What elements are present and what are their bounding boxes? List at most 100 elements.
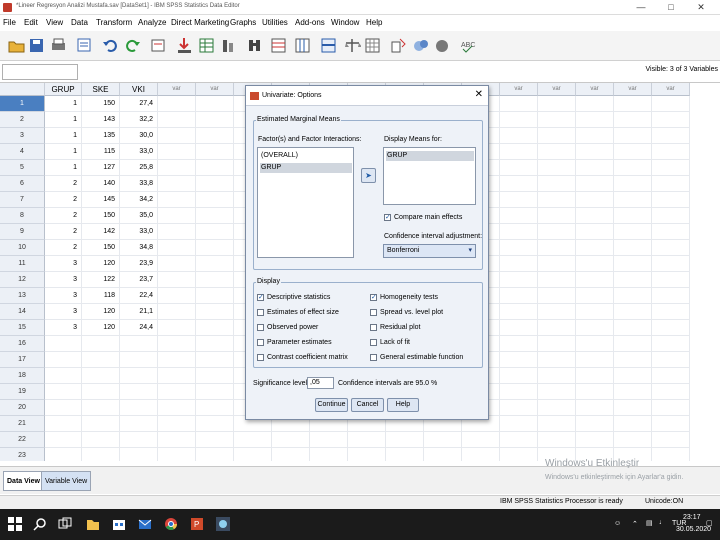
row-header[interactable]: 12 <box>0 272 45 288</box>
grid-cell[interactable] <box>82 400 120 416</box>
grid-cell[interactable]: 142 <box>82 224 120 240</box>
windows-start-icon[interactable] <box>8 517 22 531</box>
grid-cell[interactable] <box>652 96 690 112</box>
grid-cell[interactable] <box>500 304 538 320</box>
grid-cell[interactable] <box>652 288 690 304</box>
grid-cell[interactable] <box>45 368 82 384</box>
row-header[interactable]: 7 <box>0 192 45 208</box>
grid-cell[interactable] <box>158 144 196 160</box>
grid-cell[interactable] <box>614 304 652 320</box>
notifications-icon[interactable]: ▢ <box>706 519 713 527</box>
grid-cell[interactable] <box>538 272 576 288</box>
grid-cell[interactable] <box>158 416 196 432</box>
estimable-function-checkbox[interactable] <box>370 354 377 361</box>
row-header[interactable]: 22 <box>0 432 45 448</box>
grid-cell[interactable] <box>196 96 234 112</box>
spread-level-plot-checkbox[interactable] <box>370 309 377 316</box>
descriptive-statistics-checkbox[interactable]: ✓ <box>257 294 264 301</box>
grid-cell[interactable] <box>310 448 348 461</box>
grid-cell[interactable] <box>576 160 614 176</box>
residual-plot-checkbox[interactable] <box>370 324 377 331</box>
grid-cell[interactable] <box>500 96 538 112</box>
grid-cell[interactable] <box>158 208 196 224</box>
menu-utilities[interactable]: Utilities <box>262 18 288 27</box>
grid-cell[interactable]: 32,2 <box>120 112 158 128</box>
show-all-variables-icon[interactable] <box>434 37 451 54</box>
row-header[interactable]: 23 <box>0 448 45 461</box>
grid-cell[interactable] <box>576 384 614 400</box>
close-window-button[interactable]: ✕ <box>690 1 712 13</box>
grid-cell[interactable] <box>538 400 576 416</box>
grid-cell[interactable] <box>120 352 158 368</box>
grid-cell[interactable] <box>196 256 234 272</box>
grid-cell[interactable] <box>82 416 120 432</box>
tab-data-view[interactable]: Data View <box>3 471 44 491</box>
menu-view[interactable]: View <box>46 18 63 27</box>
network-icon[interactable]: ▤ <box>646 519 653 527</box>
grid-cell[interactable]: 140 <box>82 176 120 192</box>
maximize-button[interactable]: □ <box>660 1 682 13</box>
grid-cell[interactable] <box>500 272 538 288</box>
grid-cell[interactable] <box>614 288 652 304</box>
grid-cell[interactable]: 120 <box>82 256 120 272</box>
grid-cell[interactable] <box>538 416 576 432</box>
grid-cell[interactable]: 2 <box>45 208 82 224</box>
grid-cell[interactable] <box>538 432 576 448</box>
grid-cell[interactable]: 3 <box>45 256 82 272</box>
grid-cell[interactable]: 127 <box>82 160 120 176</box>
menu-transform[interactable]: Transform <box>96 18 132 27</box>
homogeneity-tests-checkbox[interactable]: ✓ <box>370 294 377 301</box>
grid-cell[interactable] <box>538 208 576 224</box>
display-means-list[interactable]: GRUP <box>383 147 476 205</box>
grid-cell[interactable] <box>614 256 652 272</box>
grid-cell[interactable] <box>82 336 120 352</box>
insert-variable-icon[interactable] <box>294 37 311 54</box>
grid-cell[interactable] <box>614 112 652 128</box>
grid-cell[interactable] <box>158 352 196 368</box>
grid-cell[interactable] <box>576 416 614 432</box>
factors-list[interactable]: (OVERALL) GRUP <box>257 147 354 258</box>
volume-icon[interactable]: ♩ <box>659 519 666 526</box>
grid-cell[interactable] <box>424 432 462 448</box>
grid-cell[interactable] <box>196 352 234 368</box>
grid-cell[interactable] <box>576 96 614 112</box>
grid-cell[interactable] <box>538 256 576 272</box>
dialog-recall-icon[interactable] <box>76 37 93 54</box>
grid-cell[interactable]: 24,4 <box>120 320 158 336</box>
grid-cell[interactable] <box>82 448 120 461</box>
row-header[interactable]: 13 <box>0 288 45 304</box>
clock-time[interactable]: 23:17 <box>683 514 701 521</box>
grid-cell[interactable] <box>45 384 82 400</box>
search-icon[interactable] <box>33 517 47 531</box>
grid-cell[interactable] <box>500 336 538 352</box>
grid-cell[interactable] <box>82 352 120 368</box>
grid-cell[interactable] <box>196 320 234 336</box>
grid-cell[interactable] <box>196 192 234 208</box>
grid-cell[interactable] <box>120 400 158 416</box>
go-to-case-icon[interactable] <box>150 37 167 54</box>
factor-grup[interactable]: GRUP <box>260 163 352 173</box>
grid-cell[interactable] <box>348 448 386 461</box>
grid-cell[interactable] <box>158 288 196 304</box>
grid-cell[interactable] <box>500 144 538 160</box>
grid-cell[interactable] <box>614 192 652 208</box>
grid-cell[interactable] <box>614 272 652 288</box>
row-header[interactable]: 17 <box>0 352 45 368</box>
grid-cell[interactable] <box>500 224 538 240</box>
open-folder-icon[interactable] <box>8 37 25 54</box>
grid-cell[interactable]: 135 <box>82 128 120 144</box>
grid-cell[interactable] <box>500 400 538 416</box>
grid-cell[interactable] <box>500 384 538 400</box>
grid-cell[interactable] <box>652 272 690 288</box>
grid-cell[interactable] <box>652 448 690 461</box>
grid-cell[interactable] <box>45 352 82 368</box>
grid-cell[interactable] <box>500 112 538 128</box>
grid-cell[interactable]: 2 <box>45 192 82 208</box>
grid-cell[interactable]: 150 <box>82 208 120 224</box>
grid-cell[interactable]: 2 <box>45 240 82 256</box>
grid-cell[interactable] <box>158 240 196 256</box>
go-to-variable-icon[interactable] <box>176 37 193 54</box>
grid-cell[interactable] <box>614 240 652 256</box>
grid-cell[interactable] <box>120 368 158 384</box>
grid-cell[interactable]: 34,2 <box>120 192 158 208</box>
